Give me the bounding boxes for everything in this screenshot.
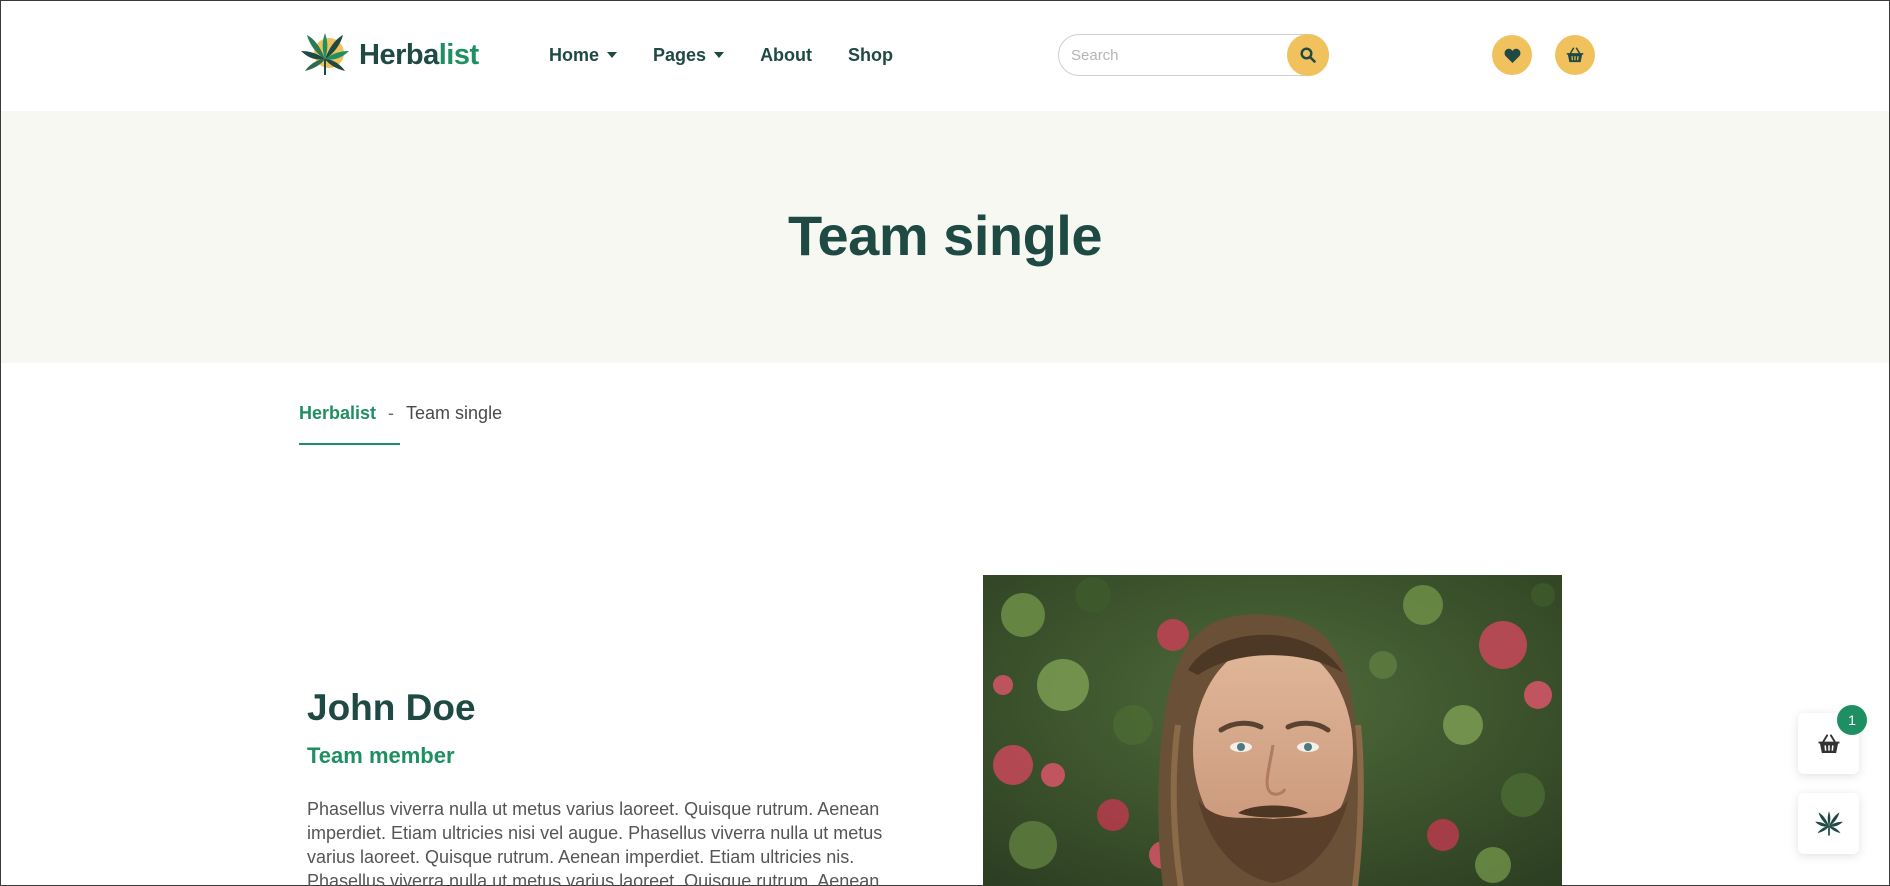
nav-item-label: About <box>760 44 813 65</box>
member-role: Team member <box>307 743 455 768</box>
caret-down-icon <box>714 52 725 58</box>
member-photo <box>983 575 1562 886</box>
member-bio: Phasellus viverra nulla ut metus varius … <box>307 799 883 886</box>
nav-item-about[interactable]: About <box>760 45 812 66</box>
nav-item-label: Pages <box>653 44 707 65</box>
search-button[interactable] <box>1287 34 1329 76</box>
search-box <box>1058 34 1329 76</box>
cart-count-badge: 1 <box>1837 705 1867 735</box>
member-name: John Doe <box>307 687 476 728</box>
site-header: Herbalist Home Pages About Shop <box>1 1 1889 111</box>
search-icon <box>1300 47 1316 63</box>
caret-down-icon <box>607 52 618 58</box>
nav-item-home[interactable]: Home <box>549 44 618 66</box>
floating-leaf-button[interactable] <box>1798 793 1859 854</box>
logo-text-primary: Herba <box>359 38 439 71</box>
basket-icon <box>1818 733 1839 753</box>
nav-item-label: Home <box>549 44 600 65</box>
search-input[interactable] <box>1071 35 1281 75</box>
basket-icon <box>1566 47 1584 63</box>
site-logo[interactable]: Herbalist <box>299 31 479 79</box>
leaf-logo-icon <box>301 33 349 75</box>
breadcrumb-separator: - <box>388 402 395 423</box>
nav-item-pages[interactable]: Pages <box>653 44 725 66</box>
leaf-icon <box>1814 810 1843 836</box>
heart-icon <box>1504 48 1520 63</box>
page-title: Team single <box>787 204 1103 267</box>
nav-item-label: Shop <box>848 44 894 65</box>
breadcrumb-current: Team single <box>406 402 503 423</box>
wishlist-button[interactable] <box>1492 35 1532 75</box>
page-hero: Team single <box>1 111 1889 363</box>
logo-text-accent: list <box>438 38 479 71</box>
breadcrumb-home-link[interactable]: Herbalist <box>299 403 376 424</box>
cart-button[interactable] <box>1555 35 1595 75</box>
main-nav: Home Pages About Shop <box>549 41 893 69</box>
breadcrumb-underline <box>299 443 400 445</box>
member-portrait-image <box>983 575 1562 886</box>
nav-item-shop[interactable]: Shop <box>848 45 893 66</box>
logo-text: Herbalist <box>359 39 479 72</box>
breadcrumb: Herbalist - Team single <box>299 401 502 425</box>
